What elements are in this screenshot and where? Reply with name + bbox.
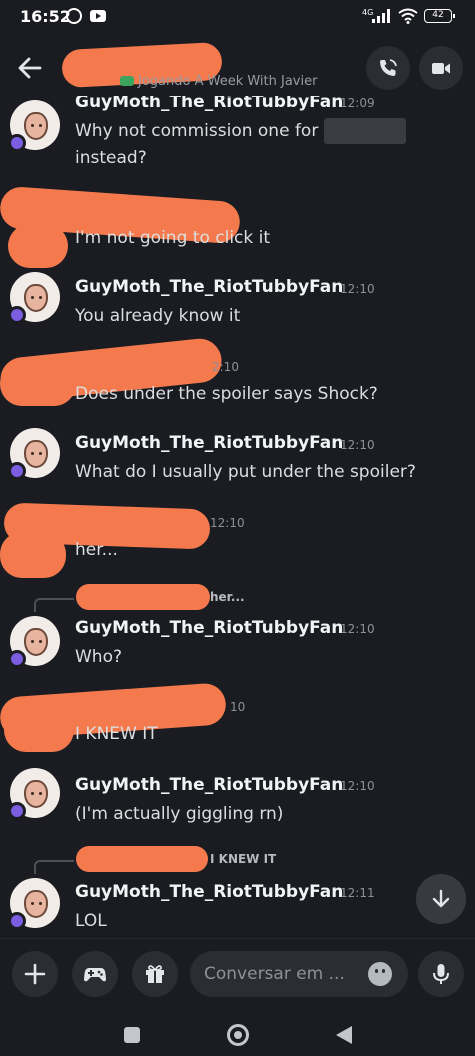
message-author[interactable]: GuyMoth_The_RiotTubbyFan: [75, 618, 343, 638]
message-time: 12:10: [340, 622, 375, 636]
redacted-avatar: [0, 362, 76, 406]
gift-button[interactable]: [132, 951, 178, 997]
status-time: 16:52: [20, 7, 71, 26]
message-input[interactable]: [204, 951, 364, 997]
message-text: Who?: [75, 647, 123, 667]
status-bar: 16:52 4G 42: [0, 0, 475, 34]
system-back-icon[interactable]: [336, 1026, 352, 1044]
reply-connector: [34, 860, 74, 874]
gamepad-icon: [120, 76, 134, 86]
message-time: 2:10: [212, 360, 239, 374]
back-arrow-icon[interactable]: [14, 52, 46, 84]
wifi-icon: [398, 8, 418, 24]
video-call-button[interactable]: [419, 46, 463, 90]
redacted-avatar: [8, 224, 68, 268]
attach-button[interactable]: [12, 951, 58, 997]
redacted-avatar: [0, 532, 66, 578]
voice-call-button[interactable]: [366, 46, 410, 90]
message-time: 12:10: [210, 516, 245, 530]
plus-icon: [24, 963, 46, 985]
message-input-container: [190, 951, 408, 997]
channel-header: Jogando A Week With Javier: [0, 34, 475, 102]
message-time: 12:10: [340, 282, 375, 296]
recents-icon[interactable]: [124, 1027, 140, 1043]
message-text: (I'm actually giggling rn): [75, 804, 284, 824]
message-author[interactable]: GuyMoth_The_RiotTubbyFan: [75, 433, 343, 453]
message-text: What do I usually put under the spoiler?: [75, 462, 416, 482]
phone-call-icon: [380, 59, 397, 76]
badge-icon: [8, 650, 26, 668]
reply-snippet[interactable]: I KNEW IT: [210, 852, 276, 866]
badge-icon: [8, 802, 26, 820]
system-navigation-bar: [0, 1010, 475, 1056]
activity-status: Jogando A Week With Javier: [120, 74, 317, 89]
media-icon: [90, 10, 106, 22]
video-camera-icon: [432, 63, 450, 74]
message-time: 10: [230, 700, 246, 714]
voice-message-button[interactable]: [418, 951, 464, 997]
reply-connector: [34, 598, 74, 612]
message-author[interactable]: GuyMoth_The_RiotTubbyFan: [75, 775, 343, 795]
message-time: 12:11: [340, 886, 375, 900]
message-author[interactable]: GuyMoth_The_RiotTubbyFan: [75, 277, 343, 297]
message-time: 12:09: [340, 96, 375, 110]
battery-icon: 42: [424, 9, 455, 23]
message-time: 12:10: [340, 438, 375, 452]
redacted-avatar: [4, 708, 74, 752]
message-text: her...: [75, 540, 118, 560]
badge-icon: [8, 306, 26, 324]
spoiler[interactable]: [323, 118, 406, 144]
message-time: 12:10: [340, 779, 375, 793]
redacted-reply-author: [76, 584, 210, 610]
message-text: instead?: [75, 148, 147, 168]
emoji-icon[interactable]: [368, 962, 392, 986]
jump-to-latest-button[interactable]: [416, 874, 466, 924]
message-text: I KNEW IT: [75, 724, 158, 744]
microphone-icon: [433, 964, 449, 984]
message-text: Why not commission one for: [75, 118, 406, 144]
message-text: I'm not going to click it: [75, 228, 271, 248]
message-author[interactable]: GuyMoth_The_RiotTubbyFan: [75, 96, 343, 112]
message-composer: [0, 938, 475, 1010]
badge-icon: [8, 134, 26, 152]
message-author[interactable]: GuyMoth_The_RiotTubbyFan: [75, 882, 343, 902]
redacted-reply-author: [76, 846, 208, 872]
message-text: LOL: [75, 911, 107, 931]
alarm-icon: [66, 8, 82, 24]
message-text: You already know it: [75, 306, 241, 326]
reply-snippet[interactable]: her...: [210, 590, 245, 604]
activities-button[interactable]: [72, 951, 118, 997]
gamepad-icon: [84, 968, 106, 982]
badge-icon: [8, 912, 26, 930]
gift-icon: [146, 965, 164, 983]
signal-icon: [372, 9, 390, 23]
message-text: Does under the spoiler says Shock?: [75, 384, 378, 404]
home-icon[interactable]: [227, 1024, 249, 1046]
message-list[interactable]: GuyMoth_The_RiotTubbyFan 12:09 Why not c…: [0, 96, 475, 938]
activity-text: Jogando A Week With Javier: [138, 74, 318, 89]
badge-icon: [8, 462, 26, 480]
chevron-down-icon: [432, 889, 450, 908]
